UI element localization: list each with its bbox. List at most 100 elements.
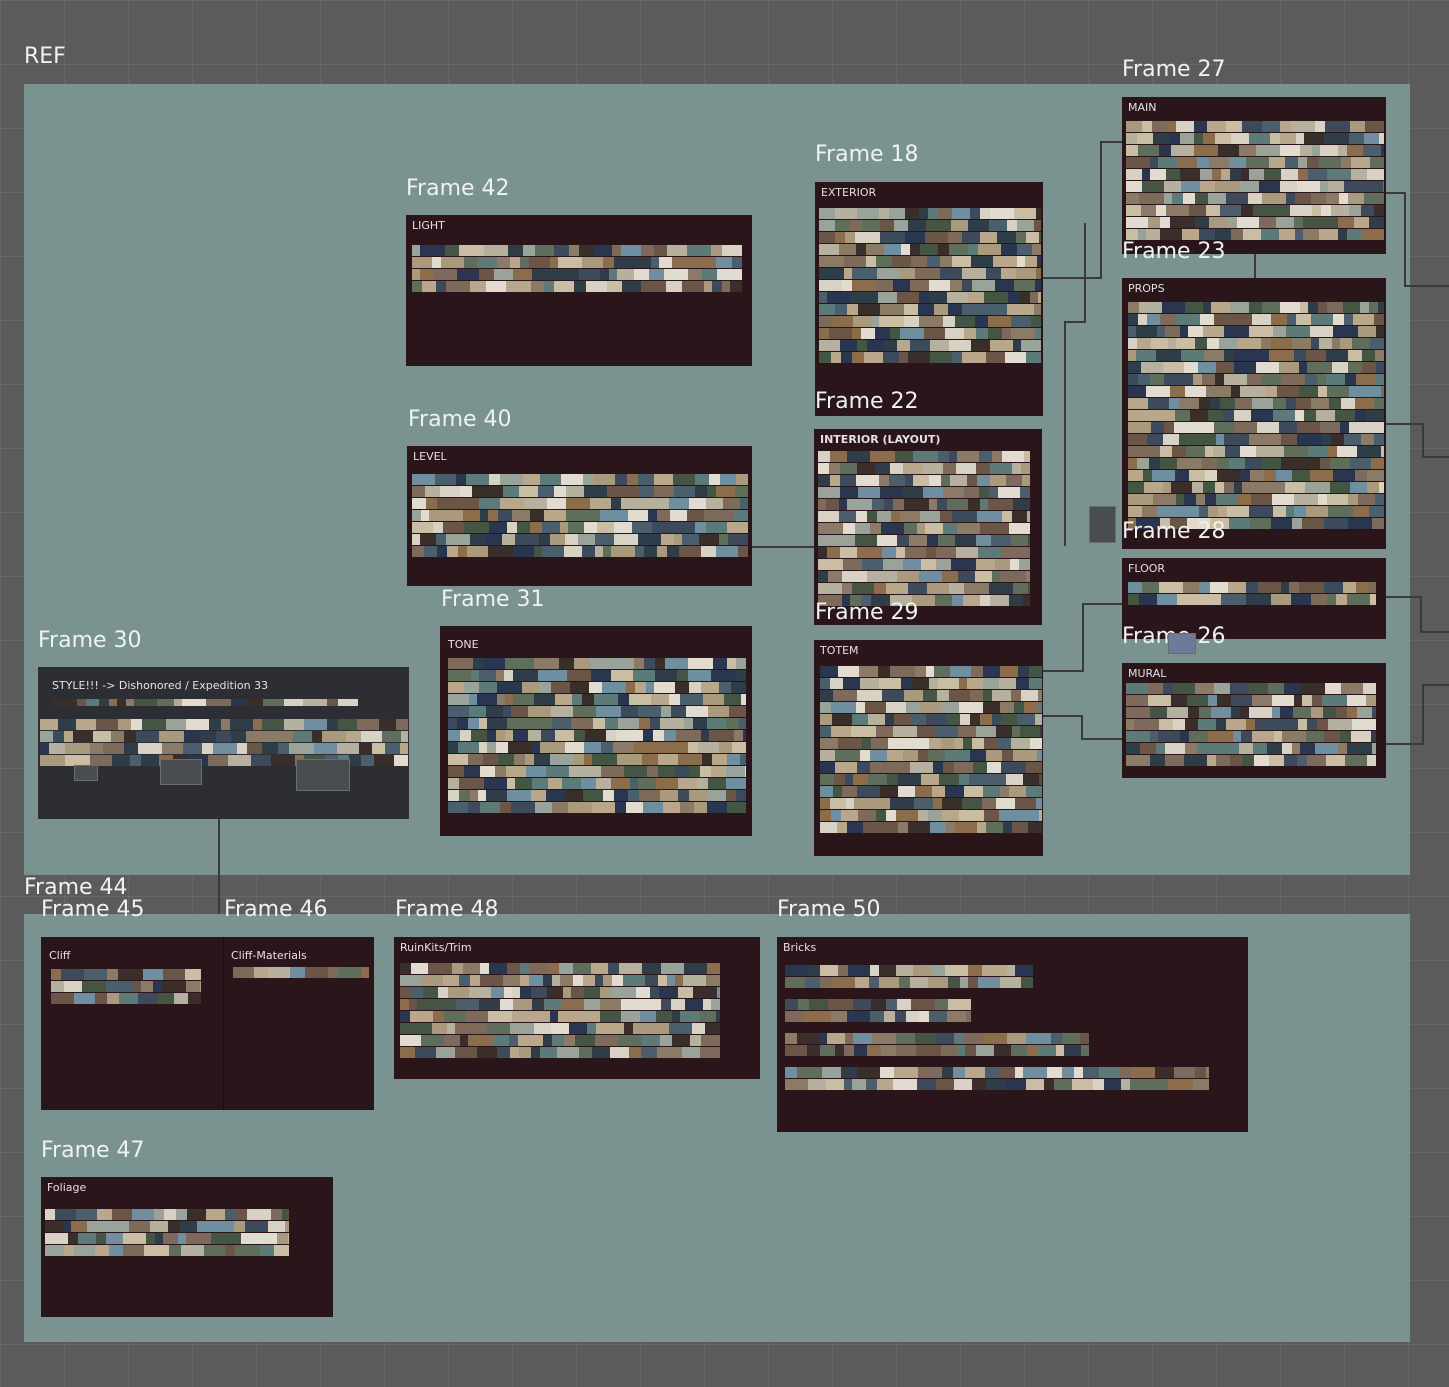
reference-thumbnail	[842, 583, 852, 594]
reference-thumbnail	[510, 1023, 534, 1034]
reference-thumbnail	[1140, 743, 1156, 754]
reference-thumbnail	[82, 981, 106, 992]
reference-thumbnail	[96, 719, 118, 730]
frame-22-label[interactable]: Frame 22	[815, 389, 919, 415]
reference-thumbnail	[1186, 446, 1205, 457]
reference-thumbnail	[1365, 121, 1384, 132]
reference-thumbnail	[1014, 702, 1024, 713]
ref-frame-label[interactable]: REF	[24, 44, 66, 70]
reference-thumbnail	[986, 822, 1003, 833]
frame-50-board[interactable]: Bricks	[777, 937, 1248, 1132]
frame-42-label[interactable]: Frame 42	[406, 176, 510, 202]
reference-thumbnail	[895, 451, 913, 462]
reference-thumbnail	[785, 1033, 797, 1044]
frame-40-board[interactable]: LEVEL	[407, 446, 752, 586]
reference-thumbnail	[1000, 666, 1018, 677]
reference-thumbnail	[832, 714, 852, 725]
reference-thumbnail	[496, 730, 505, 741]
reference-thumbnail	[739, 718, 746, 729]
reference-thumbnail	[1296, 133, 1304, 144]
reference-thumbnail	[484, 245, 508, 256]
reference-thumbnail	[436, 281, 446, 292]
reference-thumbnail	[1002, 328, 1011, 339]
frame-26-board[interactable]: MURAL	[1122, 663, 1386, 778]
reference-thumbnail	[643, 730, 653, 741]
reference-thumbnail	[575, 1035, 595, 1046]
reference-thumbnail	[857, 786, 880, 797]
board-title: Bricks	[783, 941, 817, 954]
reference-thumbnail	[1290, 458, 1312, 469]
reference-thumbnail	[1240, 181, 1259, 192]
frame-23-board[interactable]: PROPS	[1122, 278, 1386, 549]
reference-thumbnail	[930, 822, 946, 833]
reference-thumbnail	[926, 714, 947, 725]
reference-thumbnail	[918, 304, 934, 315]
frame-47-label[interactable]: Frame 47	[41, 1138, 145, 1164]
reference-thumbnail	[964, 583, 989, 594]
reference-thumbnail	[1164, 193, 1172, 204]
reference-thumbnail	[1285, 482, 1305, 493]
frame-28-label[interactable]: Frame 28	[1122, 519, 1226, 545]
loose-thumbnail[interactable]	[1168, 633, 1196, 654]
frame-40-label[interactable]: Frame 40	[408, 407, 512, 433]
reference-thumbnail	[819, 232, 835, 243]
frame-45-46-board[interactable]: Cliff Cliff-Materials	[41, 937, 374, 1110]
reference-thumbnail	[1220, 205, 1241, 216]
reference-thumbnail	[709, 474, 720, 485]
reference-thumbnail	[571, 987, 584, 998]
reference-thumbnail	[986, 1079, 1006, 1090]
reference-thumbnail	[731, 682, 746, 693]
frame-42-board[interactable]: LIGHT	[406, 215, 752, 366]
frame-50-label[interactable]: Frame 50	[777, 897, 881, 923]
reference-thumbnail	[962, 232, 980, 243]
reference-thumbnail	[565, 790, 583, 801]
frame-29-board[interactable]: TOTEM	[814, 640, 1043, 856]
reference-thumbnail	[612, 987, 636, 998]
reference-thumbnail	[706, 498, 723, 509]
reference-thumbnail	[807, 1045, 820, 1056]
frame-31-board[interactable]: TONE	[440, 626, 752, 836]
frame-30-label[interactable]: Frame 30	[38, 628, 142, 654]
reference-thumbnail	[510, 1047, 519, 1058]
frame-29-label[interactable]: Frame 29	[815, 600, 919, 626]
reference-thumbnail	[470, 790, 478, 801]
reference-thumbnail	[1156, 350, 1181, 361]
frame-48-board[interactable]: RuinKits/Trim	[394, 937, 760, 1079]
reference-thumbnail	[1255, 719, 1280, 730]
reference-thumbnail	[840, 547, 857, 558]
reference-thumbnail	[1155, 1067, 1174, 1078]
reference-thumbnail	[1210, 582, 1228, 593]
reference-thumbnail	[500, 999, 513, 1010]
frame-47-board[interactable]: Foliage	[41, 1177, 333, 1317]
thumbnail-grid	[400, 963, 720, 1067]
frame-22-board[interactable]: INTERIOR (LAYOUT)	[814, 429, 1042, 625]
frame-18-label[interactable]: Frame 18	[815, 142, 919, 168]
reference-thumbnail	[1325, 683, 1341, 694]
reference-thumbnail	[910, 977, 928, 988]
reference-thumbnail	[909, 535, 927, 546]
reference-thumbnail	[1017, 256, 1025, 267]
reference-thumbnail	[717, 987, 720, 998]
frame-27-board[interactable]: MAIN	[1122, 97, 1386, 254]
reference-thumbnail	[820, 977, 833, 988]
reference-thumbnail	[64, 981, 82, 992]
frame-45-label[interactable]: Frame 45	[41, 897, 145, 923]
reference-thumbnail	[1261, 338, 1271, 349]
frame-18-board[interactable]: EXTERIOR	[815, 182, 1043, 416]
reference-thumbnail	[1381, 446, 1384, 457]
frame-31-label[interactable]: Frame 31	[441, 587, 545, 613]
reference-thumbnail	[992, 571, 1000, 582]
frame-48-label[interactable]: Frame 48	[395, 897, 499, 923]
loose-thumbnail[interactable]	[1089, 506, 1116, 543]
reference-thumbnail	[948, 977, 960, 988]
frame-27-label[interactable]: Frame 27	[1122, 57, 1226, 83]
reference-thumbnail	[1326, 193, 1339, 204]
reference-thumbnail	[1003, 822, 1012, 833]
frame-30-board[interactable]: STYLE!!! -> Dishonored / Expedition 33	[38, 667, 409, 819]
reference-thumbnail	[1128, 422, 1151, 433]
reference-thumbnail	[702, 754, 712, 765]
frame-46-label[interactable]: Frame 46	[224, 897, 328, 923]
frame-23-label[interactable]: Frame 23	[1122, 239, 1226, 265]
reference-thumbnail	[540, 474, 561, 485]
reference-thumbnail	[879, 678, 901, 689]
